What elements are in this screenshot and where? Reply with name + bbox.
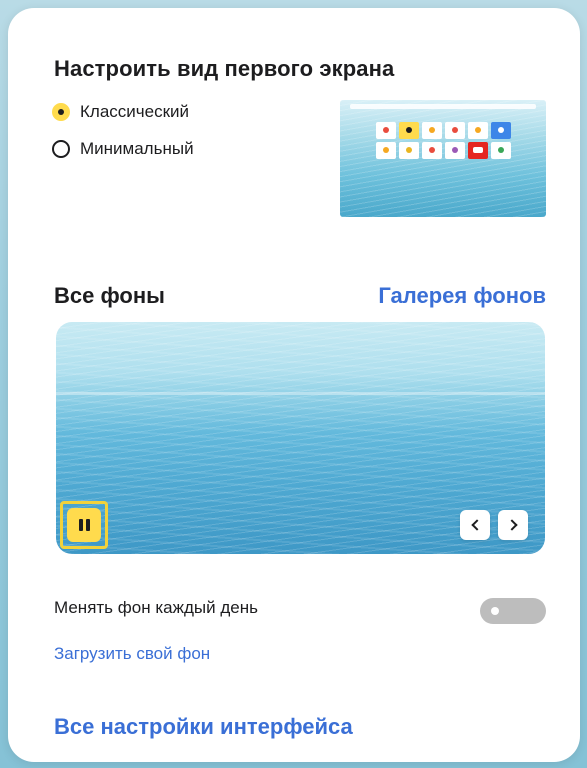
next-background-button[interactable] [498, 510, 528, 540]
preview-tile [376, 122, 396, 139]
preview-tile [399, 142, 419, 159]
radio-classic-label: Классический [80, 102, 190, 121]
preview-tile [422, 122, 442, 139]
preview-tile [376, 142, 396, 159]
preview-tile [468, 142, 488, 159]
pause-icon [67, 508, 101, 542]
radio-minimal-label: Минимальный [80, 139, 194, 158]
preview-tile [422, 142, 442, 159]
preview-tile [491, 142, 511, 159]
preview-tile [445, 122, 465, 139]
radio-unchecked-icon [52, 140, 70, 158]
pause-bar [78, 519, 83, 531]
preview-tile [399, 122, 419, 139]
radio-checked-icon [52, 103, 70, 121]
toggle-knob [491, 607, 499, 615]
daily-change-label: Менять фон каждый день [54, 598, 258, 617]
chevron-right-icon [505, 519, 518, 531]
preview-address-bar [350, 104, 536, 109]
image-horizon [56, 392, 545, 395]
first-screen-title: Настроить вид первого экрана [54, 56, 395, 81]
layout-preview-thumbnail [340, 100, 546, 217]
radio-minimal[interactable]: Минимальный [52, 139, 194, 159]
preview-tile [491, 122, 511, 139]
preview-tile [445, 142, 465, 159]
pause-bar [85, 519, 90, 531]
all-backgrounds-title: Все фоны [54, 283, 165, 308]
chevron-left-icon [470, 519, 483, 531]
all-interface-settings-link[interactable]: Все настройки интерфейса [54, 714, 353, 740]
preview-tile [468, 122, 488, 139]
daily-change-toggle[interactable] [480, 598, 546, 624]
gallery-link[interactable]: Галерея фонов [378, 283, 546, 309]
upload-background-link[interactable]: Загрузить свой фон [54, 644, 210, 664]
pause-button[interactable] [60, 501, 108, 549]
radio-classic[interactable]: Классический [52, 102, 189, 122]
preview-tiles [376, 122, 511, 159]
customize-panel: Настроить вид первого экрана Классически… [8, 8, 580, 762]
previous-background-button[interactable] [460, 510, 490, 540]
